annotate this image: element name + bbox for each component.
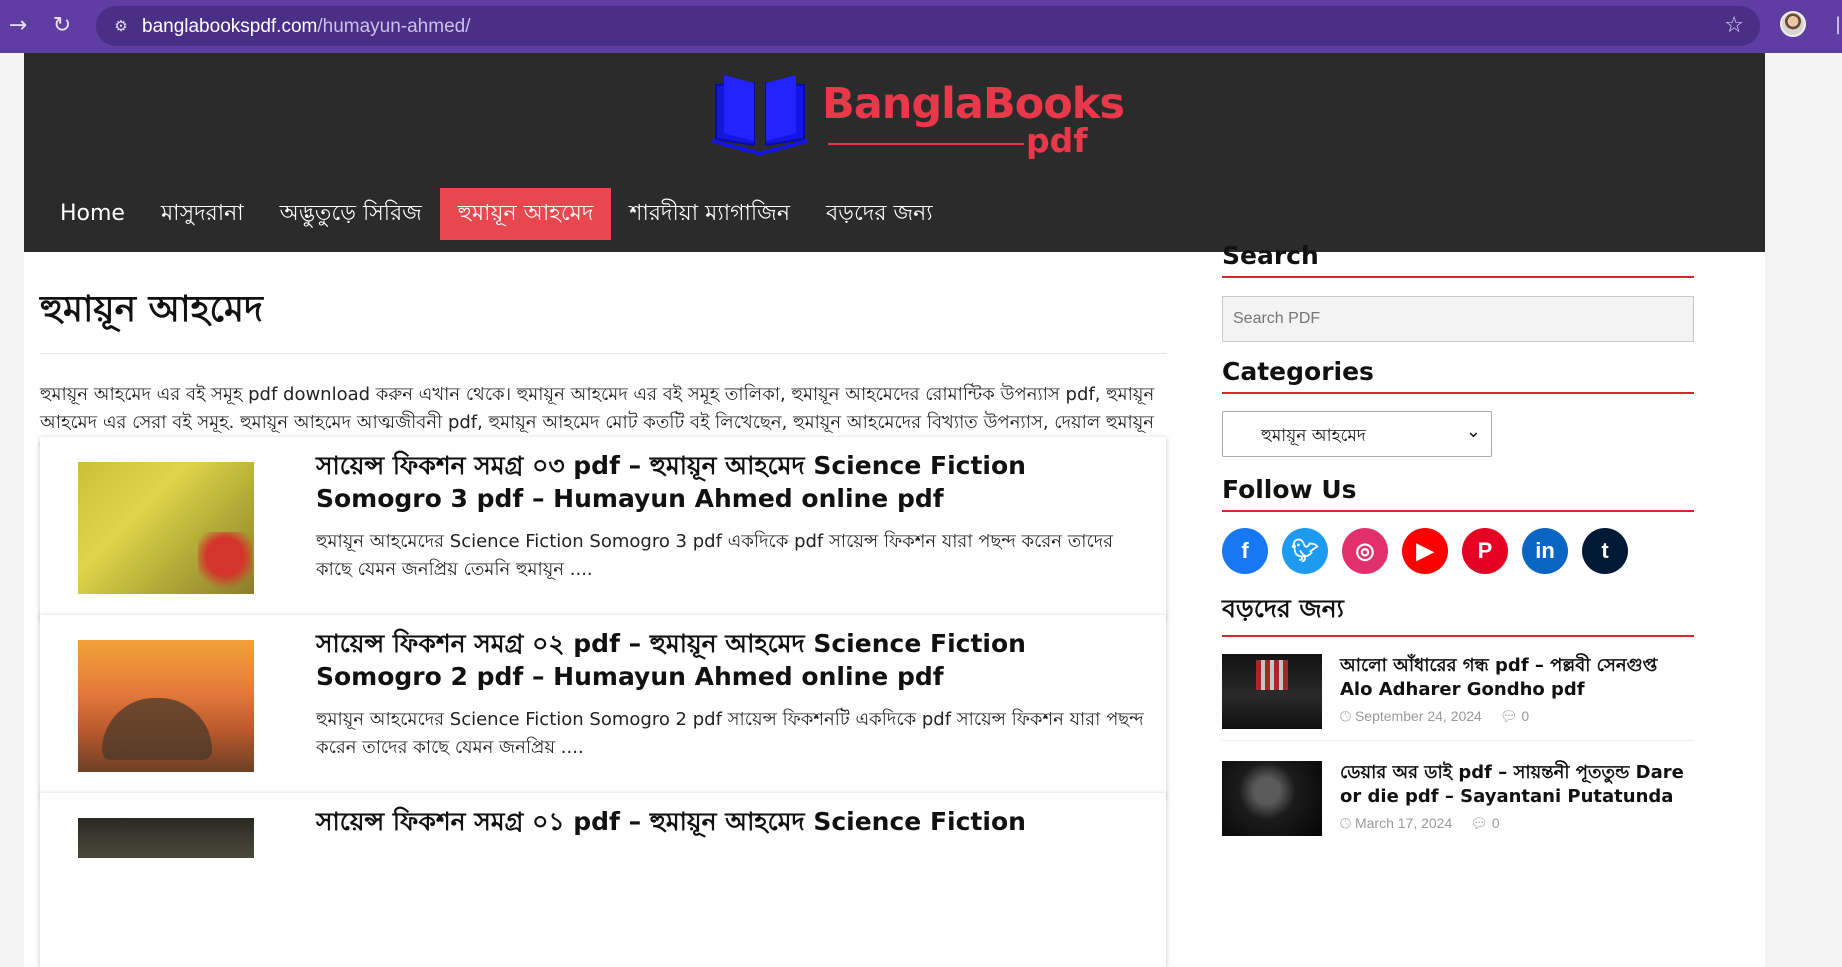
page-margin [1765,53,1842,967]
site-info-icon[interactable]: ⚙ [110,15,132,37]
tumblr-icon[interactable]: t [1582,528,1628,574]
site-logo[interactable]: BanglaBooks pdf [710,67,1125,167]
post-thumbnail[interactable] [78,462,254,594]
post-thumbnail[interactable] [78,818,254,858]
post-excerpt: হুমায়ূন আহমেদের Science Fiction Somogro… [316,531,1114,580]
divider [1222,740,1694,741]
main-nav: Home মাসুদরানা অদ্ভুতুড়ে সিরিজ হুমায়ূন… [24,188,951,240]
instagram-icon[interactable]: ◎ [1342,528,1388,574]
post-title-link[interactable]: সায়েন্স ফিকশন সমগ্র ০১ pdf – হুমায়ূন আ… [316,805,1116,838]
nav-home[interactable]: Home [42,188,143,240]
comment-count: 0 [1491,815,1500,831]
logo-underline [828,143,1024,145]
widget-rule [1222,276,1694,278]
recent-post-thumbnail[interactable] [1222,654,1322,729]
post-card: সায়েন্স ফিকশন সমগ্র ০১ pdf – হুমায়ূন আ… [40,793,1166,967]
recent-post-title-link[interactable]: আলো আঁধারের গন্ধ pdf – পল্লবী সেনগুপ্ত A… [1340,654,1694,702]
widget-rule [1222,392,1694,394]
page: BanglaBooks pdf Home মাসুদরানা অদ্ভুতুড়… [24,53,1765,967]
post-card: সায়েন্স ফিকশন সমগ্র ০৩ pdf – হুমায়ূন আ… [40,437,1166,619]
post-card: সায়েন্স ফিকশন সমগ্র ০২ pdf – হুমায়ূন আ… [40,615,1166,797]
facebook-icon[interactable]: f [1222,528,1268,574]
list-item: আলো আঁধারের গন্ধ pdf – পল্লবী সেনগুপ্ত A… [1222,654,1694,739]
comment-icon: 💬︎ [1499,708,1518,724]
open-book-icon [711,75,809,155]
category-select[interactable]: হুমায়ূন আহমেদ ⌄ [1222,411,1492,457]
divider [40,353,1166,354]
post-date: September 24, 2024 [1354,708,1482,724]
post-excerpt: হুমায়ূন আহমেদের Science Fiction Somogro… [316,709,1144,758]
address-bar[interactable]: ⚙ banglabookspdf.com/humayun-ahmed/ ☆ [96,6,1760,46]
nav-for-adults[interactable]: বড়দের জন্য [808,188,951,240]
url-domain: banglabookspdf.com [142,16,318,37]
pinterest-icon[interactable]: P [1462,528,1508,574]
nav-sharodiya-magazine[interactable]: শারদীয়া ম্যাগাজিন [611,188,808,240]
profile-avatar[interactable] [1780,11,1806,37]
twitter-icon[interactable]: 🐦︎ [1282,528,1328,574]
nav-masud-rana[interactable]: মাসুদরানা [143,188,262,240]
nav-odbhuture-series[interactable]: অদ্ভুতুড়ে সিরিজ [262,188,440,240]
url-text[interactable]: banglabookspdf.com/humayun-ahmed/ [142,16,471,38]
social-links: f 🐦︎ ◎ ▶ P in t [1222,528,1628,574]
search-widget-title: Search [1222,241,1319,270]
reload-icon[interactable]: ↻ [48,12,76,40]
logo-sub: pdf [1026,121,1088,160]
nav-humayun-ahmed[interactable]: হুমায়ূন আহমেদ [439,188,612,240]
linkedin-icon[interactable]: in [1522,528,1568,574]
recent-post-meta: 🕓︎ September 24, 2024 💬︎ 0 [1340,708,1694,725]
recent-post-thumbnail[interactable] [1222,761,1322,836]
forward-arrow-icon[interactable]: → [4,12,32,40]
bookmark-star-icon[interactable]: ☆ [1724,13,1744,39]
youtube-icon[interactable]: ▶ [1402,528,1448,574]
follow-widget-title: Follow Us [1222,475,1357,504]
recent-post-meta: 🕓︎ March 17, 2024 💬︎ 0 [1340,815,1694,832]
site-header: BanglaBooks pdf Home মাসুদরানা অদ্ভুতুড়… [24,53,1765,252]
comment-icon: 💬︎ [1470,815,1488,831]
adults-widget-title: বড়দের জন্য [1222,594,1344,623]
page-title: হুমায়ূন আহমেদ [40,289,263,330]
post-thumbnail[interactable] [78,640,254,772]
recent-post-title-link[interactable]: ডেয়ার অর ডাই pdf – সায়ন্তনী পূততুন্ড D… [1340,761,1694,809]
post-title-link[interactable]: সায়েন্স ফিকশন সমগ্র ০২ pdf – হুমায়ূন আ… [316,627,1116,693]
post-title-link[interactable]: সায়েন্স ফিকশন সমগ্র ০৩ pdf – হুমায়ূন আ… [316,449,1116,515]
url-path: /humayun-ahmed/ [317,16,471,37]
search-input[interactable] [1222,296,1694,342]
overflow-edge: | [1835,14,1842,35]
comment-count: 0 [1521,708,1530,724]
post-date: March 17, 2024 [1354,815,1453,831]
clock-icon: 🕓︎ [1340,815,1352,831]
widget-rule [1222,635,1694,637]
categories-widget-title: Categories [1222,357,1374,386]
widget-rule [1222,510,1694,512]
list-item: ডেয়ার অর ডাই pdf – সায়ন্তনী পূততুন্ড D… [1222,761,1694,841]
clock-icon: 🕓︎ [1340,708,1352,724]
category-selected-value: হুমায়ূন আহমেদ [1261,426,1366,446]
chevron-down-icon: ⌄ [1465,421,1481,442]
browser-toolbar: → ↻ ⚙ banglabookspdf.com/humayun-ahmed/ … [0,0,1842,53]
